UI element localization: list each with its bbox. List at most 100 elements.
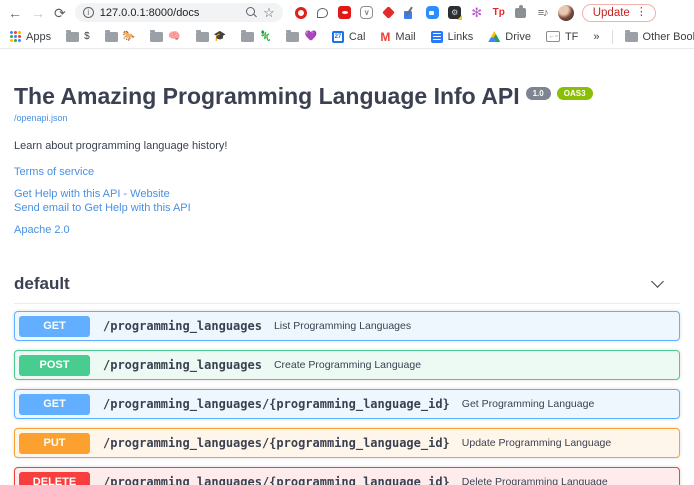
card-icon: ←▫ — [546, 31, 560, 42]
other-bookmarks[interactable]: Other Bookmarks — [625, 31, 694, 43]
terms-of-service-link[interactable]: Terms of service — [14, 165, 680, 179]
update-label: Update — [593, 7, 630, 19]
tp-extension-icon[interactable]: Tp — [492, 6, 506, 20]
cbs-extension-icon[interactable] — [338, 6, 352, 20]
oas3-badge: OAS3 — [557, 87, 593, 100]
bookmarks-overflow-chevron[interactable]: » — [593, 31, 599, 43]
openapi-json-link[interactable]: /openapi.json — [14, 113, 680, 123]
endpoint-get-one[interactable]: GET /programming_languages/{programming_… — [14, 389, 680, 419]
update-button[interactable]: Update ⋮ — [582, 4, 656, 22]
version-badge: 1.0 — [526, 87, 551, 100]
endpoint-summary: List Programming Languages — [274, 320, 411, 332]
browser-menu-icon[interactable]: ⋮ — [636, 7, 647, 18]
drive-icon — [488, 31, 500, 42]
chat-bubble-extension-icon[interactable] — [316, 6, 330, 20]
swagger-page: The Amazing Programming Language Info AP… — [0, 84, 694, 485]
drive-label: Drive — [505, 31, 531, 43]
endpoint-path: /programming_languages — [103, 358, 262, 372]
atom-extension-icon[interactable]: ⚙ — [448, 6, 462, 20]
back-icon[interactable]: ← — [8, 6, 22, 20]
bookmark-tf[interactable]: ←▫ TF — [546, 31, 578, 43]
bookmark-folder-heart[interactable]: 💜 — [286, 32, 316, 42]
page-title: The Amazing Programming Language Info AP… — [14, 84, 520, 109]
license-link[interactable]: Apache 2.0 — [14, 223, 680, 237]
purple-heart-icon: 💜 — [304, 32, 316, 42]
bookmark-links[interactable]: Links — [431, 31, 474, 43]
opera-extension-icon[interactable] — [294, 6, 308, 20]
list-icon — [431, 31, 443, 43]
flower-extension-icon[interactable]: ✻ — [470, 6, 484, 20]
forward-icon[interactable]: → — [31, 6, 45, 20]
brain-icon: 🧠 — [168, 32, 180, 42]
method-badge: PUT — [19, 433, 90, 454]
endpoint-path: /programming_languages — [103, 319, 262, 333]
bookmark-drive[interactable]: Drive — [488, 31, 531, 43]
address-bar[interactable]: i 127.0.0.1:8000/docs ☆ — [75, 3, 283, 22]
music-queue-extension-icon[interactable]: ≡♪ — [536, 6, 550, 20]
dollar-icon: $ — [84, 32, 90, 42]
browser-toolbar: ← → ⟳ i 127.0.0.1:8000/docs ☆ ∨ ⚙ ✻ Tp ≡… — [0, 0, 694, 25]
folder-icon — [196, 32, 209, 42]
section-title: default — [14, 274, 70, 294]
calendar-label: Cal — [349, 31, 366, 43]
chevron-down-icon[interactable] — [651, 275, 664, 288]
folder-icon — [241, 32, 254, 42]
apps-label: Apps — [26, 31, 51, 43]
contact-website-link[interactable]: Get Help with this API - Website — [14, 187, 680, 201]
site-info-icon[interactable]: i — [83, 7, 94, 18]
endpoint-delete[interactable]: DELETE /programming_languages/{programmi… — [14, 467, 680, 485]
bookmark-apps[interactable]: Apps — [10, 31, 51, 43]
endpoint-path: /programming_languages/{programming_lang… — [103, 475, 450, 485]
profile-avatar[interactable] — [558, 5, 574, 21]
method-badge: GET — [19, 394, 90, 415]
bookmark-folder-horse[interactable]: 🐎 — [105, 32, 135, 42]
folder-icon — [150, 32, 163, 42]
endpoint-summary: Create Programming Language — [274, 359, 421, 371]
reload-icon[interactable]: ⟳ — [54, 6, 66, 20]
extension-icons: ∨ ⚙ ✻ Tp ≡♪ Update ⋮ — [294, 4, 656, 22]
method-badge: DELETE — [19, 472, 90, 485]
bookmarks-divider — [612, 30, 613, 44]
apps-grid-icon — [10, 31, 21, 42]
bookmark-folder-graduation[interactable]: 🎓 — [196, 32, 226, 42]
endpoint-summary: Get Programming Language — [462, 398, 595, 410]
method-badge: GET — [19, 316, 90, 337]
bookmark-calendar[interactable]: 27 Cal — [332, 31, 366, 43]
method-badge: POST — [19, 355, 90, 376]
tf-label: TF — [565, 31, 578, 43]
folder-icon — [286, 32, 299, 42]
puzzle-extension-icon[interactable] — [514, 6, 528, 20]
mail-label: Mail — [395, 31, 415, 43]
other-bookmarks-label: Other Bookmarks — [643, 31, 694, 43]
pocket-extension-icon[interactable]: ∨ — [360, 6, 374, 20]
lizard-icon: 🦎 — [259, 32, 271, 42]
endpoint-summary: Delete Programming Language — [462, 476, 608, 485]
graduation-cap-icon: 🎓 — [214, 32, 226, 42]
bookmark-mail[interactable]: M Mail — [380, 30, 415, 44]
links-label: Links — [448, 31, 474, 43]
calendar-icon: 27 — [332, 31, 344, 43]
bookmark-folder-lizard[interactable]: 🦎 — [241, 32, 271, 42]
folder-icon — [66, 32, 79, 42]
diamond-extension-icon[interactable] — [382, 6, 396, 20]
zoom-camera-extension-icon[interactable] — [426, 6, 440, 20]
contact-email-link[interactable]: Send email to Get Help with this API — [14, 201, 680, 215]
horse-icon: 🐎 — [123, 32, 135, 42]
endpoint-summary: Update Programming Language — [462, 437, 611, 449]
zoom-search-icon[interactable] — [246, 7, 257, 18]
endpoint-path: /programming_languages/{programming_lang… — [103, 436, 450, 450]
endpoint-get-list[interactable]: GET /programming_languages List Programm… — [14, 311, 680, 341]
bookmark-folder-brain[interactable]: 🧠 — [150, 32, 180, 42]
folder-icon — [105, 32, 118, 42]
endpoint-list: GET /programming_languages List Programm… — [14, 311, 680, 485]
endpoint-post-create[interactable]: POST /programming_languages Create Progr… — [14, 350, 680, 380]
eyedropper-extension-icon[interactable] — [404, 6, 418, 20]
bookmark-folder-money[interactable]: $ — [66, 32, 90, 42]
section-default-header[interactable]: default — [14, 274, 680, 304]
folder-icon — [625, 32, 638, 42]
url-text[interactable]: 127.0.0.1:8000/docs — [100, 7, 240, 19]
endpoint-put-update[interactable]: PUT /programming_languages/{programming_… — [14, 428, 680, 458]
api-description: Learn about programming language history… — [14, 140, 680, 152]
endpoint-path: /programming_languages/{programming_lang… — [103, 397, 450, 411]
bookmark-star-icon[interactable]: ☆ — [263, 6, 275, 19]
